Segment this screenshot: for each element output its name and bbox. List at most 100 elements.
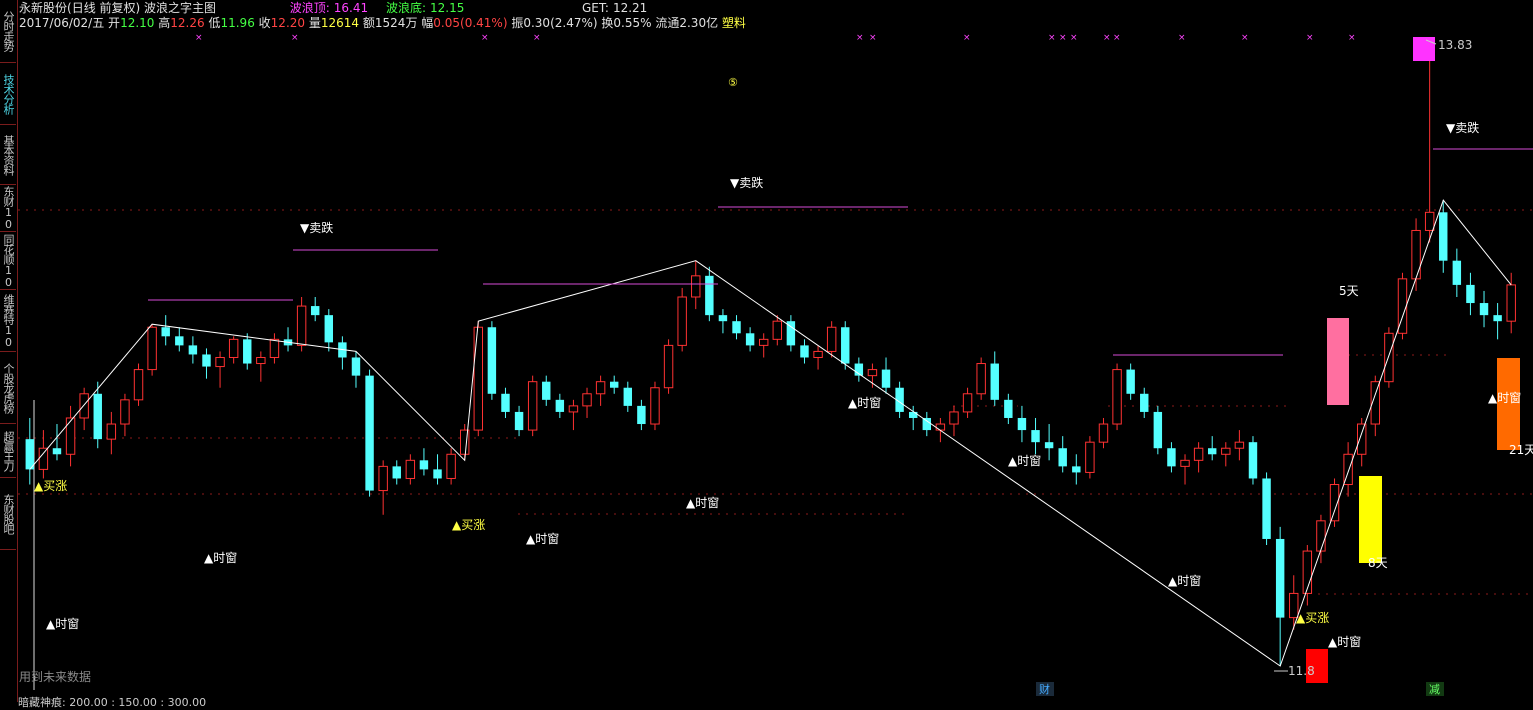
candle-body-down[interactable] [732, 321, 741, 334]
candle-body-up[interactable] [935, 423, 946, 431]
candle-body-up[interactable] [1098, 423, 1109, 443]
candle-body-down[interactable] [745, 333, 755, 346]
candle-body-up[interactable] [1411, 229, 1421, 280]
candle-body-up[interactable] [1112, 369, 1122, 425]
candle-body-down[interactable] [324, 315, 334, 343]
candle-body-up[interactable] [650, 387, 660, 425]
candle-body-down[interactable] [1493, 315, 1502, 322]
sidebar-tab-9[interactable]: 东财股吧 [0, 478, 16, 550]
candle-body-down[interactable] [881, 369, 891, 388]
candle-body-down[interactable] [705, 275, 714, 316]
candle-body-up[interactable] [1316, 520, 1326, 552]
candle-body-up[interactable] [38, 447, 49, 470]
candle-body-down[interactable] [1058, 448, 1067, 467]
candle-body-up[interactable] [378, 465, 388, 492]
candle-body-down[interactable] [365, 375, 374, 491]
candle-body-up[interactable] [1180, 459, 1190, 467]
candle-body-up[interactable] [826, 326, 837, 352]
candle-body-down[interactable] [609, 381, 619, 388]
candle-body-up[interactable] [296, 305, 307, 346]
candle-body-down[interactable] [1072, 466, 1081, 473]
candle-body-up[interactable] [758, 338, 769, 346]
candle-body-up[interactable] [1506, 284, 1516, 322]
sidebar-tab-2[interactable]: 技术分析 [0, 63, 16, 125]
candle-body-down[interactable] [1031, 430, 1040, 443]
candle-body-up[interactable] [1085, 441, 1095, 473]
candle-body-down[interactable] [487, 327, 497, 394]
candle-body-up[interactable] [256, 356, 266, 365]
candle-body-down[interactable] [1452, 260, 1462, 285]
candle-body-down[interactable] [1479, 303, 1489, 316]
candle-body-down[interactable] [501, 393, 510, 412]
candle-body-down[interactable] [1140, 393, 1149, 412]
candle-body-up[interactable] [772, 320, 783, 340]
candle-body-down[interactable] [1262, 478, 1271, 539]
candle-body-up[interactable] [595, 381, 606, 395]
candle-body-down[interactable] [1044, 442, 1054, 449]
sidebar-tab-8[interactable]: 超赢王刀 [0, 424, 16, 478]
candle-body-down[interactable] [841, 327, 850, 364]
candle-body-down[interactable] [1004, 399, 1013, 418]
candle-body-down[interactable] [1275, 538, 1285, 618]
candle-body-up[interactable] [133, 369, 144, 401]
candle-body-down[interactable] [922, 417, 932, 431]
candle-body-up[interactable] [1384, 332, 1394, 383]
candle-body-up[interactable] [215, 356, 225, 368]
candle-body-down[interactable] [25, 439, 35, 470]
candle-body-up[interactable] [582, 393, 592, 407]
candle-body-up[interactable] [1356, 423, 1367, 455]
candle-body-down[interactable] [1439, 212, 1448, 261]
candle-body-up[interactable] [106, 423, 117, 440]
candle-body-up[interactable] [691, 275, 701, 298]
candle-body-up[interactable] [446, 453, 456, 479]
candlestick-chart[interactable]: × × × × × × × × × × × × × × × × 13.8311.8▼卖跌▼卖跌▼卖跌▲买涨▲买涨… [18, 0, 1533, 702]
candle-body-down[interactable] [433, 469, 442, 479]
candle-body-up[interactable] [79, 393, 89, 419]
candle-body-up[interactable] [949, 411, 959, 425]
candle-body-up[interactable] [473, 326, 484, 431]
candle-body-down[interactable] [1153, 411, 1163, 449]
candle-body-up[interactable] [1193, 447, 1204, 461]
candle-body-down[interactable] [908, 411, 918, 418]
candle-body-down[interactable] [161, 327, 170, 337]
candle-body-down[interactable] [1248, 442, 1258, 479]
candle-body-down[interactable] [514, 411, 524, 431]
candle-body-down[interactable] [392, 466, 401, 479]
candle-body-down[interactable] [188, 345, 198, 355]
sector[interactable]: 塑料 [722, 16, 746, 30]
candle-body-up[interactable] [527, 381, 538, 431]
candle-body-down[interactable] [175, 336, 184, 346]
candle-body-down[interactable] [93, 393, 102, 440]
candle-body-up[interactable] [976, 363, 986, 395]
candle-body-up[interactable] [677, 296, 687, 346]
candle-body-down[interactable] [718, 315, 728, 322]
candle-body-up[interactable] [120, 399, 130, 425]
candle-body-up[interactable] [867, 369, 878, 377]
candle-body-down[interactable] [555, 399, 565, 412]
sidebar-tab-1[interactable]: 分时走势 [0, 0, 16, 63]
candle-body-down[interactable] [623, 387, 633, 406]
candle-body-down[interactable] [243, 339, 252, 364]
candle-body-down[interactable] [1017, 417, 1027, 431]
candle-body-up[interactable] [1221, 447, 1231, 455]
candle-body-up[interactable] [269, 338, 280, 358]
candle-body-up[interactable] [1234, 441, 1245, 449]
sidebar-tab-7[interactable]: 个股龙虎榜 [0, 352, 16, 424]
candle-body-down[interactable] [1167, 448, 1176, 467]
candle-body-down[interactable] [800, 345, 809, 358]
candle-body-up[interactable] [147, 326, 157, 371]
candle-body-down[interactable] [351, 357, 361, 376]
candle-body-up[interactable] [663, 344, 674, 389]
candle-body-down[interactable] [1207, 448, 1217, 455]
candle-body-down[interactable] [637, 405, 646, 425]
candle-body-down[interactable] [1126, 369, 1135, 394]
candle-body-down[interactable] [52, 448, 62, 455]
candle-body-down[interactable] [419, 460, 429, 470]
candle-body-up[interactable] [65, 417, 76, 455]
sidebar-tab-6[interactable]: 维赛特10 [0, 290, 16, 352]
candle-body-up[interactable] [228, 338, 239, 358]
candle-body-down[interactable] [202, 354, 211, 367]
candle-body-down[interactable] [310, 306, 320, 316]
sidebar-tab-3[interactable]: 基本资料 [0, 125, 16, 185]
candle-body-down[interactable] [542, 381, 551, 400]
